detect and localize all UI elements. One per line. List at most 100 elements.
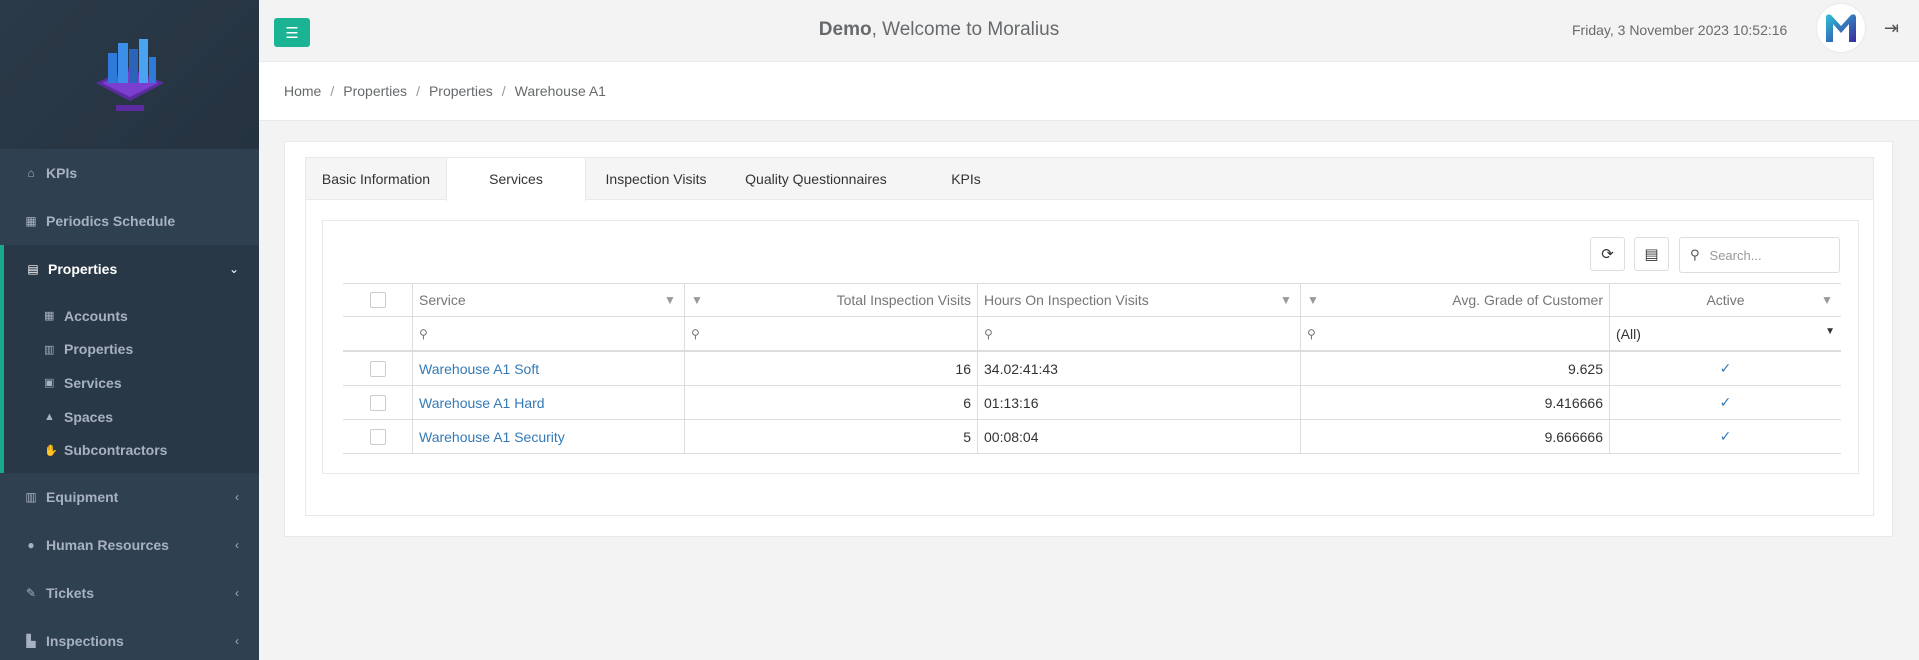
chevron-left-icon: ‹ xyxy=(235,585,239,600)
chevron-down-icon: ⌄ xyxy=(228,262,239,276)
cell-active: ✓ xyxy=(1610,386,1841,419)
calculator-icon: ▤ xyxy=(27,262,39,276)
filter-active-value: (All) xyxy=(1616,325,1641,342)
select-all-checkbox[interactable] xyxy=(369,292,386,308)
services-grid-container: ⟳ ▤ ⚲ Search... Service ▼ ▼ Total Inspec… xyxy=(322,220,1859,474)
table-row[interactable]: Warehouse A1 Soft 16 34.02:41:43 9.625 ✓ xyxy=(343,352,1841,386)
row-checkbox[interactable] xyxy=(369,394,386,411)
ticket-icon: ✎ xyxy=(25,585,37,600)
breadcrumb-current: Warehouse A1 xyxy=(514,83,606,99)
tab-inspection-visits[interactable]: Inspection Visits xyxy=(586,158,726,200)
column-header-label: Service xyxy=(419,292,466,308)
check-icon: ✓ xyxy=(1719,394,1732,410)
sidebar-item-label: Tickets xyxy=(46,584,94,601)
sidebar-subitem-spaces[interactable]: ▲ Spaces xyxy=(4,400,259,434)
row-checkbox[interactable] xyxy=(369,428,386,445)
column-chooser-button[interactable]: ▤ xyxy=(1634,237,1669,271)
sidebar-item-properties[interactable]: ▤ Properties ⌄ xyxy=(0,245,259,293)
cell-hours: 34.02:41:43 xyxy=(978,352,1301,385)
breadcrumb-properties[interactable]: Properties xyxy=(343,83,407,99)
column-header-avg-grade[interactable]: ▼ Avg. Grade of Customer xyxy=(1301,284,1610,316)
row-checkbox[interactable] xyxy=(369,360,386,377)
row-select-cell xyxy=(343,420,413,453)
sidebar-item-kpis[interactable]: ⌂ KPIs xyxy=(0,149,259,197)
filter-icon[interactable]: ▼ xyxy=(1280,293,1294,307)
search-icon: ⚲ xyxy=(1307,326,1316,341)
sidebar-item-human-resources[interactable]: ● Human Resources ‹ xyxy=(0,521,259,569)
sidebar-subitem-label: Services xyxy=(64,374,122,391)
sidebar-item-periodics-schedule[interactable]: ▦ Periodics Schedule xyxy=(0,197,259,245)
check-icon: ✓ xyxy=(1719,428,1732,444)
filter-icon[interactable]: ▼ xyxy=(1307,293,1321,307)
filter-hours-input[interactable]: ⚲ xyxy=(978,317,1301,350)
breadcrumb: Home / Properties / Properties / Warehou… xyxy=(259,62,1919,121)
user-name: Demo xyxy=(818,19,872,40)
breadcrumb-separator: / xyxy=(330,83,335,99)
filter-icon[interactable]: ▼ xyxy=(664,293,678,307)
sidebar-subitem-label: Subcontractors xyxy=(64,442,168,459)
service-link[interactable]: Warehouse A1 Soft xyxy=(419,361,539,377)
welcome-text: , Welcome to Moralius xyxy=(871,19,1060,40)
sidebar-subitem-properties[interactable]: ▥ Properties xyxy=(4,333,259,367)
table-header-row: Service ▼ ▼ Total Inspection Visits Hour… xyxy=(343,283,1841,317)
grid-search-input[interactable]: ⚲ Search... xyxy=(1679,237,1840,273)
cell-avg-grade: 9.625 xyxy=(1301,352,1610,385)
table-row[interactable]: Warehouse A1 Hard 6 01:13:16 9.416666 ✓ xyxy=(343,386,1841,420)
tab-quality-questionnaires[interactable]: Quality Questionnaires xyxy=(726,158,906,200)
search-icon: ⚲ xyxy=(691,326,700,341)
sidebar-item-label: KPIs xyxy=(46,165,78,181)
building-icon: ▥ xyxy=(44,343,55,356)
tab-bar: Basic Information Services Inspection Vi… xyxy=(306,158,1873,201)
tab-services[interactable]: Services xyxy=(446,158,586,201)
welcome-message: Demo, Welcome to Moralius xyxy=(259,0,1619,62)
calendar-icon: ▦ xyxy=(25,214,37,228)
chevron-left-icon: ‹ xyxy=(235,489,239,504)
sidebar-subitem-accounts[interactable]: ▦ Accounts xyxy=(4,299,259,333)
filter-service-input[interactable]: ⚲ xyxy=(413,317,685,350)
sidebar: ⌂ KPIs ▦ Periodics Schedule ▤ Properties… xyxy=(0,0,259,660)
home-icon: ⌂ xyxy=(27,166,35,180)
column-header-hours[interactable]: Hours On Inspection Visits ▼ xyxy=(978,284,1301,316)
company-logo[interactable] xyxy=(86,31,174,119)
breadcrumb-home[interactable]: Home xyxy=(284,83,321,99)
cell-avg-grade: 9.416666 xyxy=(1301,386,1610,419)
map-icon: ▙ xyxy=(26,633,36,648)
sidebar-item-tickets[interactable]: ✎ Tickets ‹ xyxy=(0,569,259,617)
filter-visits-input[interactable]: ⚲ xyxy=(685,317,978,350)
cell-service: Warehouse A1 Soft xyxy=(413,352,685,385)
filter-active-select[interactable]: (All) ▼ xyxy=(1610,317,1841,350)
column-chooser-icon: ▤ xyxy=(1644,246,1659,263)
filter-icon[interactable]: ▼ xyxy=(691,293,705,307)
column-header-active[interactable]: Active ▼ xyxy=(1610,284,1841,316)
sidebar-item-label: Human Resources xyxy=(46,536,169,553)
content-box: Basic Information Services Inspection Vi… xyxy=(284,141,1893,537)
sidebar-subitem-services[interactable]: ▣ Services xyxy=(4,366,259,400)
tab-basic-information[interactable]: Basic Information xyxy=(306,158,446,200)
sidebar-subitem-subcontractors[interactable]: ✋ Subcontractors xyxy=(4,433,259,467)
table-row[interactable]: Warehouse A1 Security 5 00:08:04 9.66666… xyxy=(343,420,1841,454)
sidebar-subitem-label: Accounts xyxy=(64,307,128,324)
column-header-total-visits[interactable]: ▼ Total Inspection Visits xyxy=(685,284,978,316)
tab-kpis[interactable]: KPIs xyxy=(906,158,1026,200)
column-header-label: Avg. Grade of Customer xyxy=(1452,292,1603,308)
filter-icon[interactable]: ▼ xyxy=(1821,293,1835,307)
column-header-label: Total Inspection Visits xyxy=(836,292,971,308)
refresh-button[interactable]: ⟳ xyxy=(1590,237,1625,271)
avatar[interactable] xyxy=(1817,4,1865,52)
service-link[interactable]: Warehouse A1 Hard xyxy=(419,395,545,411)
cell-avg-grade: 9.666666 xyxy=(1301,420,1610,453)
table-filter-row: ⚲ ⚲ ⚲ ⚲ (All) ▼ xyxy=(343,317,1841,352)
breadcrumb-properties-list[interactable]: Properties xyxy=(429,83,493,99)
service-link[interactable]: Warehouse A1 Security xyxy=(419,429,565,445)
sidebar-item-label: Equipment xyxy=(46,488,119,505)
sidebar-item-equipment[interactable]: ▥ Equipment ‹ xyxy=(0,473,259,521)
column-header-service[interactable]: Service ▼ xyxy=(413,284,685,316)
sidebar-item-inspections[interactable]: ▙ Inspections ‹ xyxy=(0,617,259,660)
table-icon: ▦ xyxy=(44,310,55,323)
column-header-label: Hours On Inspection Visits xyxy=(984,292,1149,308)
users-icon: ● xyxy=(27,537,35,552)
services-table: Service ▼ ▼ Total Inspection Visits Hour… xyxy=(343,283,1841,454)
logout-icon[interactable]: ⇥ xyxy=(1884,18,1899,39)
filter-grade-input[interactable]: ⚲ xyxy=(1301,317,1610,350)
check-icon: ✓ xyxy=(1719,360,1732,376)
